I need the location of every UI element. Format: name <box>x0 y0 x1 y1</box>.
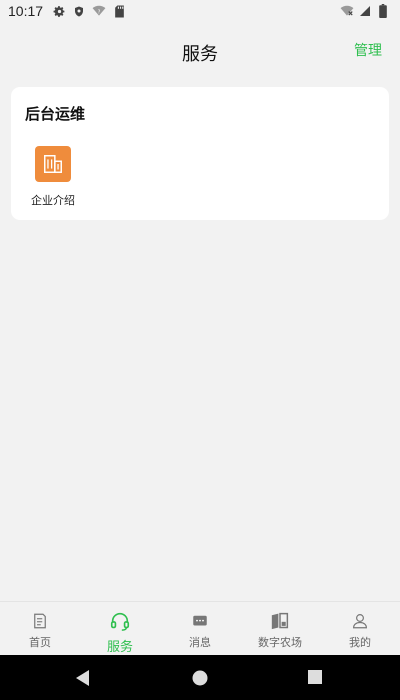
nav-label-messages: 消息 <box>189 636 211 649</box>
gear-icon <box>52 4 66 18</box>
user-icon <box>350 611 370 631</box>
title-bar: 服务 管理 <box>0 24 400 80</box>
nav-item-messages[interactable]: 消息 <box>160 602 240 655</box>
farm-book-icon <box>270 611 290 631</box>
page-title: 服务 <box>182 44 218 65</box>
service-item-company-intro[interactable]: 企业介绍 <box>25 144 81 210</box>
wifi-x-icon <box>340 4 354 18</box>
headset-icon <box>109 610 131 632</box>
home-icon[interactable] <box>191 669 209 687</box>
nav-label-profile: 我的 <box>349 636 371 649</box>
status-right-icons <box>340 4 390 18</box>
nav-label-home: 首页 <box>29 636 51 649</box>
home-document-icon <box>30 611 50 631</box>
service-item-label: 企业介绍 <box>31 194 75 207</box>
nav-item-home[interactable]: 首页 <box>0 602 80 655</box>
bottom-nav: 首页 服务 消息 数字农场 我的 <box>0 601 400 655</box>
app-screen: 10:17 ? 服务 管理 后台运维 企业介绍 首页 服务 消息 数字农场 我的 <box>0 0 400 700</box>
building-icon <box>35 146 71 182</box>
shield-icon <box>72 4 86 18</box>
system-nav-bar <box>0 655 400 700</box>
sd-card-icon <box>112 4 126 18</box>
recents-icon[interactable] <box>307 669 325 687</box>
wifi-icon: ? <box>92 4 106 18</box>
message-icon <box>190 611 210 631</box>
manage-button[interactable]: 管理 <box>354 40 382 60</box>
status-bar: 10:17 ? <box>0 0 400 24</box>
battery-icon <box>376 4 390 18</box>
status-left-icons: ? <box>52 4 126 18</box>
service-section-card: 后台运维 企业介绍 <box>11 87 389 220</box>
nav-item-profile[interactable]: 我的 <box>320 602 400 655</box>
section-title: 后台运维 <box>25 105 86 123</box>
back-icon[interactable] <box>75 669 93 687</box>
svg-text:?: ? <box>98 9 101 15</box>
status-time: 10:17 <box>8 3 44 19</box>
nav-item-digital-farm[interactable]: 数字农场 <box>240 602 320 655</box>
signal-icon <box>358 4 372 18</box>
nav-item-service[interactable]: 服务 <box>80 602 160 655</box>
nav-label-digital-farm: 数字农场 <box>258 636 302 649</box>
nav-label-service: 服务 <box>106 640 133 655</box>
